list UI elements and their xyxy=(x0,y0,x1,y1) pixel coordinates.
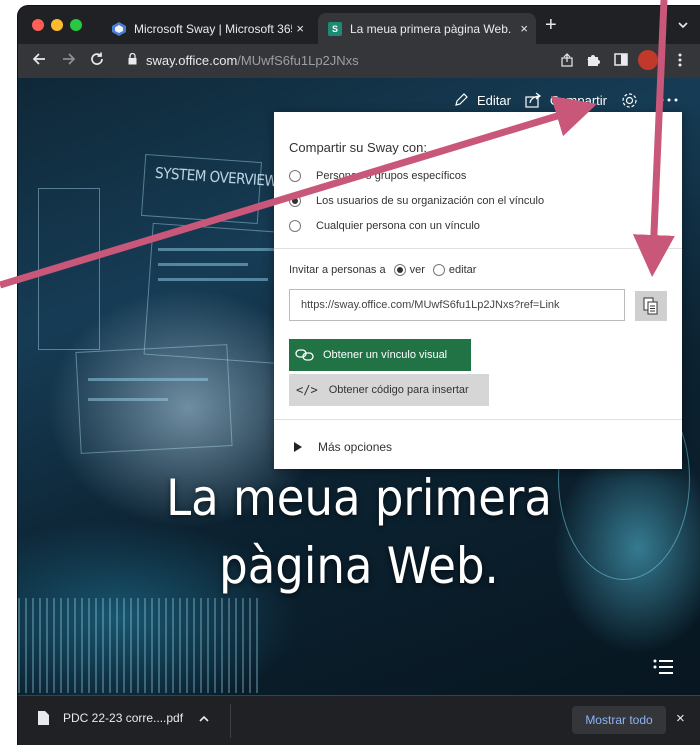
tab-close-icon[interactable]: × xyxy=(520,21,528,36)
sway-favicon-icon xyxy=(112,21,126,36)
address-bar-row: sway.office.com/MUwfS6fu1Lp2JNxs ☆ xyxy=(18,44,700,78)
radio-organization-link[interactable] xyxy=(289,195,301,207)
navigation-menu-icon[interactable] xyxy=(651,656,675,678)
share-page-icon[interactable] xyxy=(561,53,573,70)
forward-arrow-icon[interactable] xyxy=(62,51,76,71)
share-icon xyxy=(525,92,541,108)
ellipsis-icon xyxy=(660,98,678,102)
tab-meua-primera-pagina[interactable]: S La meua primera pàgina Web. × xyxy=(318,13,536,44)
title-line-2: pàgina Web. xyxy=(219,537,499,595)
download-item[interactable]: PDC 22-23 corre....pdf xyxy=(38,711,209,725)
close-window-button[interactable] xyxy=(32,19,44,31)
shelf-divider xyxy=(230,704,231,738)
radio-anyone-link[interactable] xyxy=(289,220,301,232)
tab-title: La meua primera pàgina Web. xyxy=(350,21,512,36)
chevron-up-icon[interactable] xyxy=(199,715,209,722)
invite-row: Invitar a personas a ver editar xyxy=(289,264,476,276)
settings-button[interactable] xyxy=(621,92,646,109)
url-text: sway.office.com/MUwfS6fu1Lp2JNxs xyxy=(146,53,359,68)
tab-close-icon[interactable]: × xyxy=(296,21,304,36)
more-options-label: Más opciones xyxy=(318,440,393,454)
tab-search-chevron-icon[interactable] xyxy=(678,18,688,32)
sway-tab-favicon-icon: S xyxy=(328,21,342,36)
share-label: Compartir xyxy=(549,92,607,108)
lock-icon[interactable] xyxy=(128,53,137,65)
code-brackets-icon: </> xyxy=(296,383,318,397)
invite-label: Invitar a personas a xyxy=(289,264,386,276)
extensions-puzzle-icon[interactable] xyxy=(586,53,600,70)
more-options-toggle[interactable]: Más opciones xyxy=(294,440,392,454)
copy-icon xyxy=(643,297,658,315)
option-anyone-label: Cualquier persona con un vínculo xyxy=(316,220,480,232)
reload-icon[interactable] xyxy=(90,51,104,71)
view-label: ver xyxy=(409,264,425,276)
embed-code-label: Obtener código para insertar xyxy=(328,384,469,396)
option-organization-label: Los usuarios de su organización con el v… xyxy=(316,195,545,207)
edit-permission-label: editar xyxy=(448,264,477,276)
share-link-field[interactable]: https://sway.office.com/MUwfS6fu1Lp2JNxs… xyxy=(289,289,625,321)
pencil-icon xyxy=(455,93,468,106)
title-line-1: La meua primera xyxy=(166,469,552,527)
copy-link-button[interactable] xyxy=(635,291,667,321)
share-heading: Compartir su Sway con: xyxy=(289,140,427,155)
show-all-button[interactable]: Mostrar todo xyxy=(572,706,666,734)
file-icon xyxy=(38,711,49,725)
edit-button[interactable]: Editar xyxy=(453,92,511,108)
share-button[interactable]: Compartir xyxy=(525,92,607,108)
maximize-window-button[interactable] xyxy=(70,19,82,31)
divider xyxy=(274,419,682,420)
caret-right-icon xyxy=(294,442,302,452)
share-panel: Compartir su Sway con: Personas o grupos… xyxy=(274,112,682,469)
browser-window: Microsoft Sway | Microsoft 365 × S La me… xyxy=(18,6,700,745)
close-shelf-icon[interactable]: × xyxy=(676,710,685,727)
browser-menu-icon[interactable] xyxy=(678,53,682,70)
tab-bar: Microsoft Sway | Microsoft 365 × S La me… xyxy=(18,6,700,44)
tab-title: Microsoft Sway | Microsoft 365 xyxy=(134,21,292,36)
new-tab-button[interactable]: + xyxy=(545,15,557,35)
download-shelf: PDC 22-23 corre....pdf Mostrar todo × xyxy=(18,695,700,745)
minimize-window-button[interactable] xyxy=(51,19,63,31)
link-chain-icon xyxy=(295,349,314,361)
profile-avatar[interactable] xyxy=(638,50,658,70)
more-options-button[interactable] xyxy=(660,98,686,102)
gear-icon xyxy=(622,92,637,108)
edit-label: Editar xyxy=(476,92,511,108)
back-arrow-icon[interactable] xyxy=(32,51,46,71)
page-title: La meua primera pàgina Web. xyxy=(18,464,700,600)
visual-link-label: Obtener un vínculo visual xyxy=(323,349,448,361)
download-file-name: PDC 22-23 corre....pdf xyxy=(63,711,184,725)
radio-view[interactable] xyxy=(393,264,406,276)
tab-microsoft-sway[interactable]: Microsoft Sway | Microsoft 365 × xyxy=(102,13,312,44)
side-panel-icon[interactable] xyxy=(614,53,628,69)
radio-specific-people[interactable] xyxy=(289,170,301,182)
embed-code-button[interactable]: </> Obtener código para insertar xyxy=(289,374,489,406)
visual-link-button[interactable]: Obtener un vínculo visual xyxy=(289,339,471,371)
radio-edit[interactable] xyxy=(432,264,445,276)
sway-page: SYSTEM OVERVIEW Editar Compartir La meua… xyxy=(18,78,700,695)
option-specific-people-label: Personas o grupos específicos xyxy=(316,170,467,182)
divider xyxy=(274,248,682,249)
